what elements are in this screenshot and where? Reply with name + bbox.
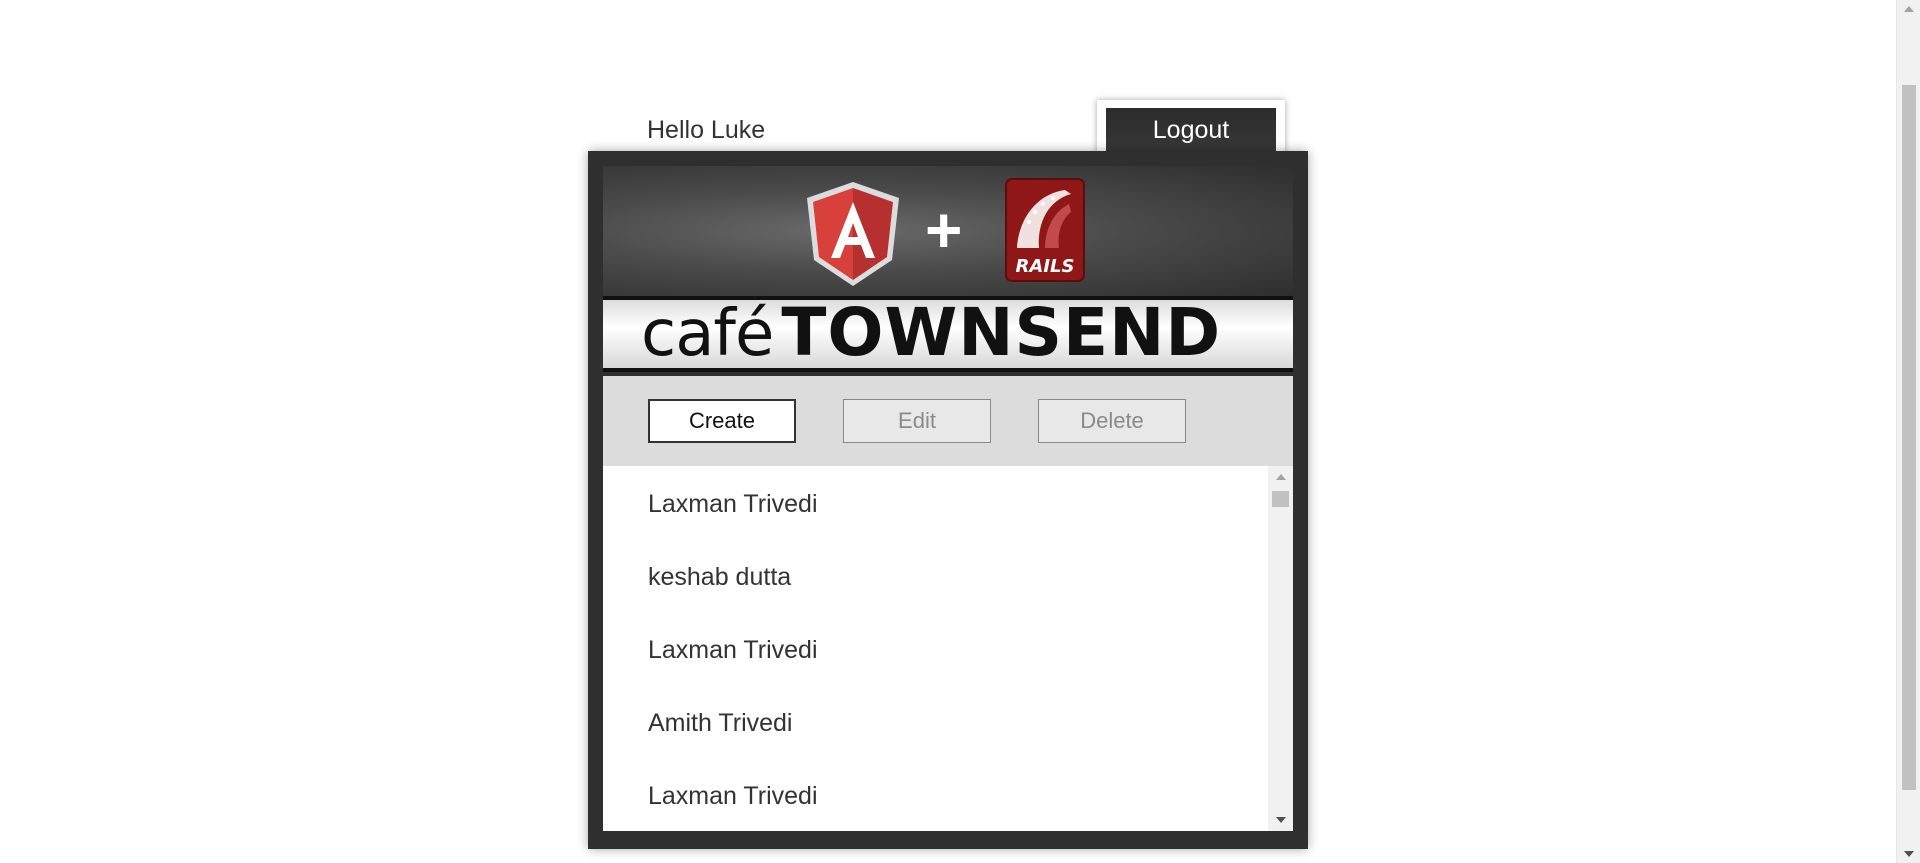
list-item[interactable]: Laxman Trivedi bbox=[648, 636, 818, 665]
toolbar: Create Edit Delete bbox=[603, 376, 1293, 466]
list-scrollbar[interactable] bbox=[1268, 466, 1293, 831]
list-scrollbar-thumb[interactable] bbox=[1272, 491, 1289, 507]
page-scroll-down-icon[interactable] bbox=[1904, 851, 1914, 857]
page-scrollbar[interactable] bbox=[1896, 0, 1920, 863]
employee-list: Laxman Trivedi keshab dutta Laxman Trive… bbox=[603, 466, 1293, 831]
header-banner: + RAILS bbox=[603, 166, 1293, 296]
rails-logo-text: RAILS bbox=[1016, 256, 1075, 277]
brand-logo: café TOWNSEND bbox=[641, 296, 1222, 371]
page-scrollbar-thumb[interactable] bbox=[1902, 85, 1916, 790]
page: Hello Luke Logout + RAILS café TOWNSEND … bbox=[0, 0, 1920, 863]
plus-icon: + bbox=[925, 194, 963, 266]
rails-icon: RAILS bbox=[1005, 178, 1085, 282]
page-scroll-up-icon[interactable] bbox=[1904, 6, 1914, 12]
list-item[interactable]: Amith Trivedi bbox=[648, 709, 792, 738]
list-item[interactable]: Laxman Trivedi bbox=[648, 782, 818, 811]
greeting-text: Hello Luke bbox=[647, 116, 766, 144]
brand-banner: café TOWNSEND bbox=[603, 296, 1293, 372]
brand-townsend-text: TOWNSEND bbox=[781, 296, 1222, 371]
scroll-up-icon[interactable] bbox=[1276, 474, 1286, 480]
edit-button[interactable]: Edit bbox=[843, 399, 991, 443]
list-item[interactable]: Laxman Trivedi bbox=[648, 490, 818, 519]
brand-cafe-text: café bbox=[641, 297, 774, 371]
delete-button[interactable]: Delete bbox=[1038, 399, 1186, 443]
scroll-down-icon[interactable] bbox=[1276, 817, 1286, 823]
angular-icon bbox=[807, 182, 899, 286]
logo-row: + RAILS bbox=[603, 166, 1293, 296]
app-container: + RAILS café TOWNSEND Create Edit Delete… bbox=[588, 151, 1308, 849]
list-item[interactable]: keshab dutta bbox=[648, 563, 791, 592]
create-button[interactable]: Create bbox=[648, 399, 796, 443]
